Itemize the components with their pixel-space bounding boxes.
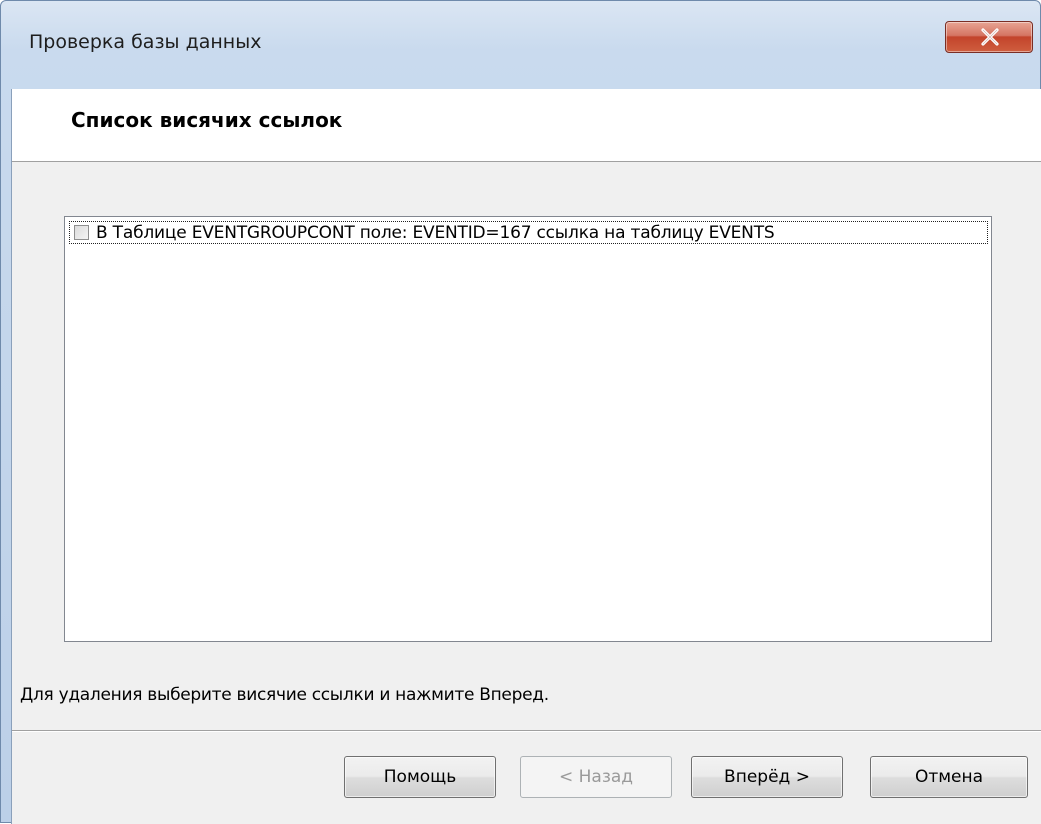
dangling-links-checklist[interactable]: В Таблице EVENTGROUPCONT поле: EVENTID=1… <box>64 216 992 642</box>
window-title: Проверка базы данных <box>29 31 262 53</box>
close-button[interactable] <box>945 21 1033 53</box>
instruction-text: Для удаления выберите висячие ссылки и н… <box>20 685 549 705</box>
next-button[interactable]: Вперёд > <box>691 756 843 798</box>
dialog-client-area: Список висячих ссылок В Таблице EVENTGRO… <box>11 89 1041 824</box>
cancel-button[interactable]: Отмена <box>870 756 1028 798</box>
item-checkbox[interactable] <box>74 225 89 240</box>
wizard-window: Проверка базы данных Список висячих ссыл… <box>0 0 1041 824</box>
title-bar[interactable]: Проверка базы данных <box>1 1 1040 89</box>
list-item[interactable]: В Таблице EVENTGROUPCONT поле: EVENTID=1… <box>69 221 988 244</box>
footer-divider <box>12 730 1041 732</box>
close-x-icon <box>981 28 999 46</box>
page-title: Список висячих ссылок <box>71 108 343 132</box>
wizard-header: Список висячих ссылок <box>12 89 1041 162</box>
list-item-label: В Таблице EVENTGROUPCONT поле: EVENTID=1… <box>96 223 775 243</box>
back-button[interactable]: < Назад <box>520 756 672 798</box>
help-button[interactable]: Помощь <box>344 756 496 798</box>
